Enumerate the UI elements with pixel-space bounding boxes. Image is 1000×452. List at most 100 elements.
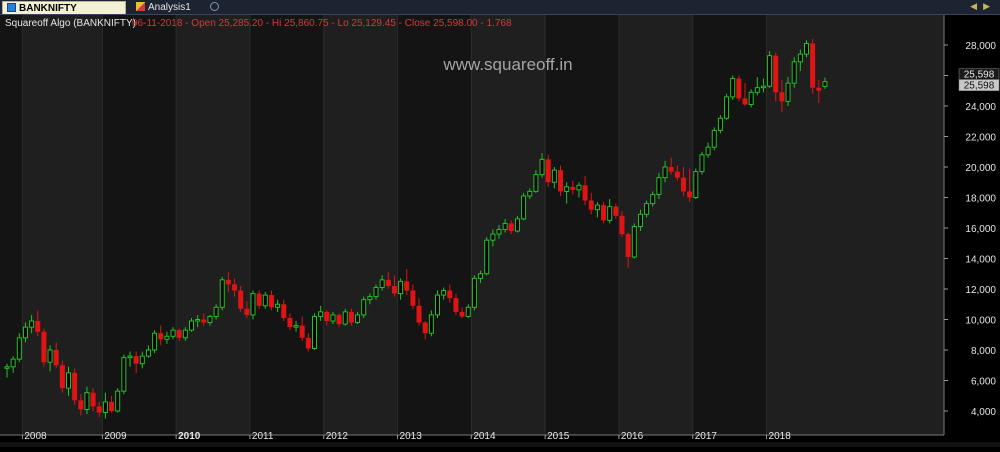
candle[interactable] [16, 333, 22, 363]
year-band [397, 15, 472, 435]
candle[interactable] [115, 388, 121, 413]
new-tab-icon[interactable] [210, 2, 219, 11]
candle[interactable] [121, 354, 127, 395]
candle-body-down [459, 311, 465, 317]
candle-body-up [145, 349, 151, 357]
candle-body-up [724, 96, 730, 119]
candle-body-down [508, 223, 514, 232]
candle[interactable] [545, 154, 551, 187]
candle-body-down [816, 87, 822, 91]
candle-body-up [521, 195, 527, 220]
candle-body-up [767, 55, 773, 87]
candle-body-down [391, 285, 397, 294]
candle-body-up [699, 154, 705, 173]
candle-body-down [59, 365, 65, 389]
watermark: www.squareoff.in [442, 55, 572, 74]
candle-body-up [102, 401, 108, 414]
candle-body-up [748, 91, 754, 105]
candle-body-down [447, 290, 453, 299]
candle[interactable] [810, 38, 816, 94]
y-tick-label: 10,000 [965, 316, 996, 327]
candle-body-up [262, 294, 268, 307]
candle-body-up [250, 293, 256, 316]
x-tick-label: 2010 [178, 431, 201, 442]
candle[interactable] [72, 368, 78, 405]
candle[interactable] [748, 89, 754, 108]
sheet-tabs-strip[interactable] [0, 442, 1000, 447]
year-band [249, 15, 324, 435]
candle-body-down [256, 293, 262, 306]
candle-body-up [496, 229, 502, 235]
price-chart[interactable]: www.squareoff.in Squareoff Algo (BANKNIF… [0, 15, 1000, 447]
candle[interactable] [41, 328, 47, 367]
candle[interactable] [767, 51, 773, 88]
candle[interactable] [250, 290, 256, 320]
candle-body-up [47, 349, 53, 363]
candle[interactable] [791, 57, 797, 88]
candle-body-up [355, 314, 361, 324]
candle[interactable] [717, 115, 723, 134]
candle[interactable] [59, 360, 65, 393]
candle-body-down [35, 321, 41, 332]
candle-body-down [545, 159, 551, 183]
candle[interactable] [601, 202, 607, 224]
candle[interactable] [312, 313, 317, 350]
candle[interactable] [471, 275, 477, 311]
candle-body-up [754, 87, 760, 93]
tab-scroll-arrows[interactable]: ◀▶ [970, 1, 996, 12]
candle-body-down [687, 191, 693, 198]
candle-body-down [109, 401, 115, 411]
y-tick-label: 6,000 [971, 377, 996, 388]
candle[interactable] [736, 75, 742, 102]
candle[interactable] [521, 192, 527, 221]
candle[interactable] [219, 276, 225, 311]
candle-body-down [41, 331, 47, 363]
candle-body-up [435, 294, 440, 316]
x-tick-label: 2015 [547, 431, 570, 442]
candle[interactable] [711, 127, 717, 151]
candle-body-up [428, 314, 434, 334]
candle-body-down [287, 317, 293, 328]
candle[interactable] [152, 330, 158, 354]
candle-body-down [305, 337, 311, 349]
candle-body-down [558, 170, 563, 192]
x-tick-label: 2011 [252, 431, 274, 442]
candle-body-up [139, 355, 145, 365]
candle-body-up [822, 81, 828, 87]
candle-body-down [78, 400, 84, 410]
candlestick-chart-svg[interactable]: www.squareoff.in Squareoff Algo (BANKNIF… [0, 15, 1000, 447]
candle-body-up [66, 372, 71, 389]
last-price-label: 25,598 [964, 70, 995, 81]
candle[interactable] [724, 93, 730, 120]
candle-body-up [527, 190, 533, 197]
candle[interactable] [484, 237, 490, 276]
chart-icon [7, 3, 16, 12]
tab-analysis1[interactable]: Analysis1 [132, 1, 208, 14]
candle[interactable] [435, 290, 440, 318]
candle[interactable] [699, 151, 705, 175]
candle-body-up [471, 277, 477, 308]
candle-body-down [336, 314, 342, 325]
candle-body-down [244, 308, 250, 315]
candle-body-up [213, 306, 219, 317]
candle-body-down [582, 185, 588, 201]
candle-body-up [478, 273, 484, 279]
candle[interactable] [558, 165, 563, 196]
analysis-icon [136, 2, 145, 11]
tab-bar: BANKNIFTY (Monthly)x Analysis1 ◀▶ [0, 0, 1000, 27]
candle[interactable] [730, 75, 736, 100]
x-tick-label: 2009 [104, 431, 127, 442]
candle[interactable] [631, 223, 637, 259]
tab-banknifty-monthly[interactable]: BANKNIFTY (Monthly)x [2, 1, 126, 27]
candle-body-up [791, 61, 797, 84]
y-tick-label: 20,000 [965, 163, 996, 174]
candle-body-up [115, 390, 121, 412]
candle-body-up [22, 326, 28, 339]
candle-body-down [410, 290, 416, 306]
candle[interactable] [693, 168, 699, 200]
candle-body-up [637, 213, 643, 227]
candle[interactable] [361, 296, 367, 318]
x-tick-label: 2018 [769, 431, 792, 442]
candle-body-up [367, 296, 373, 301]
candle-body-up [16, 337, 22, 360]
